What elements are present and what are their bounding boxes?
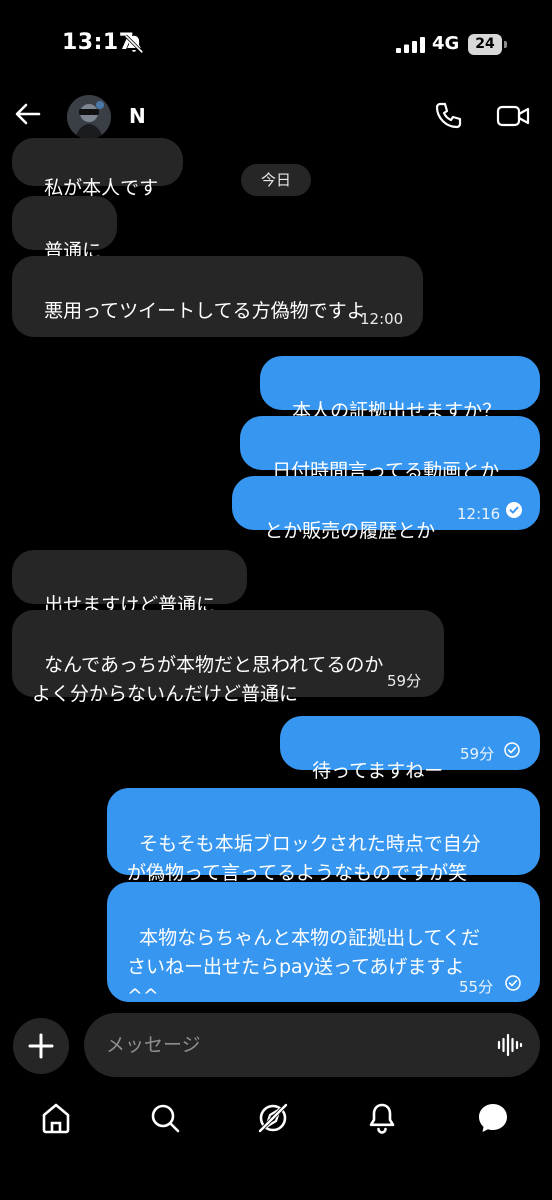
- search-icon[interactable]: [147, 1100, 183, 1136]
- day-separator: 今日: [241, 164, 311, 196]
- avatar[interactable]: [67, 95, 111, 139]
- message-incoming[interactable]: 私が本人です: [12, 138, 183, 199]
- message-outgoing[interactable]: 本物ならちゃんと本物の証拠出してくだ さいねー出せたらpay送ってあげますよ ^…: [107, 882, 540, 1007]
- message-time: 12:16: [457, 505, 501, 523]
- back-arrow-icon[interactable]: [12, 98, 44, 130]
- signal-icon: [396, 37, 425, 53]
- message-text: 本物ならちゃんと本物の証拠出してくだ さいねー出せたらpay送ってあげますよ ^…: [127, 927, 480, 1007]
- message-time: 12:00: [360, 310, 404, 328]
- home-icon[interactable]: [38, 1100, 74, 1136]
- explore-icon[interactable]: [255, 1100, 291, 1136]
- phone-icon[interactable]: [432, 100, 464, 132]
- message-text: 待ってますねー: [312, 760, 444, 782]
- messages-icon[interactable]: [475, 1100, 511, 1136]
- add-button[interactable]: [13, 1018, 69, 1074]
- battery-level: 24: [468, 34, 502, 55]
- message-incoming[interactable]: 普通に: [12, 196, 117, 262]
- message-text: そもそも本垢ブロックされた時点で自分 が偽物って言ってるようなものですが笑: [127, 833, 481, 884]
- message-outgoing[interactable]: とか販売の履歴とか 12:16: [232, 476, 540, 542]
- message-outgoing[interactable]: 本人の証拠出せますか？: [260, 356, 540, 422]
- read-check-icon: [504, 742, 520, 758]
- battery-icon: 24: [468, 34, 510, 55]
- bell-off-icon: [124, 34, 144, 54]
- read-check-icon: [506, 502, 522, 518]
- network-type: 4G: [432, 33, 460, 54]
- contact-name[interactable]: N: [129, 104, 146, 128]
- message-time: 59分: [460, 745, 495, 763]
- message-incoming[interactable]: 出せますけど普通に: [12, 550, 247, 616]
- notifications-icon[interactable]: [364, 1100, 400, 1136]
- message-text: 悪用ってツイートしてる方偽物ですよ: [44, 300, 366, 322]
- plus-icon: [28, 1033, 54, 1059]
- message-composer[interactable]: [84, 1013, 540, 1077]
- message-text: とか販売の履歴とか: [264, 520, 436, 542]
- message-outgoing[interactable]: そもそも本垢ブロックされた時点で自分 が偽物って言ってるようなものですが笑: [107, 788, 540, 884]
- message-text: なんであっちが本物だと思われてるのか よく分からないんだけど普通に: [32, 654, 384, 705]
- voice-message-icon[interactable]: [496, 1031, 524, 1059]
- message-outgoing[interactable]: 日付時間言ってる動画とか: [240, 416, 540, 482]
- message-input[interactable]: [106, 1013, 486, 1077]
- message-incoming[interactable]: なんであっちが本物だと思われてるのか よく分からないんだけど普通に 59分: [12, 610, 444, 705]
- message-incoming[interactable]: 悪用ってツイートしてる方偽物ですよ 12:00: [12, 256, 423, 337]
- read-check-icon: [505, 975, 521, 991]
- video-call-icon[interactable]: [496, 100, 530, 132]
- message-time: 55分: [459, 978, 494, 996]
- message-outgoing[interactable]: 待ってますねー 59分: [280, 716, 540, 782]
- message-time: 59分: [387, 672, 422, 690]
